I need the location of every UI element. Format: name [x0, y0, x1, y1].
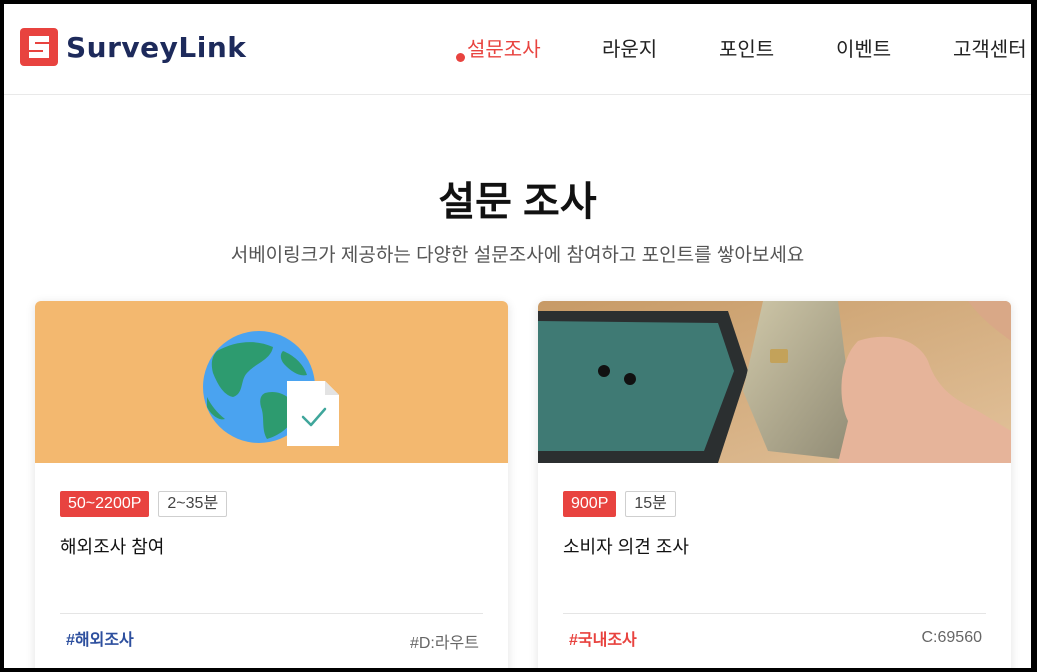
card-tag[interactable]: #국내조사: [569, 626, 637, 650]
survey-card-overseas[interactable]: 50~2200P 2~35분 해외조사 참여 #해외조사 #D:라우트: [35, 301, 508, 668]
card-title[interactable]: 해외조사 참여: [60, 533, 164, 559]
site-header: SurveyLink 설문조사 라운지 포인트 이벤트 고객센터: [4, 4, 1031, 95]
survey-card-consumer[interactable]: 900P 15분 소비자 의견 조사 #국내조사 C:69560: [538, 301, 1011, 668]
card-meta: #D:라우트: [409, 635, 479, 652]
card-meta: C:69560: [921, 629, 983, 646]
nav-item-survey[interactable]: 설문조사: [467, 33, 541, 62]
browser-viewport: SurveyLink 설문조사 라운지 포인트 이벤트 고객센터 설문 조사 서…: [4, 4, 1031, 668]
nav-item-points[interactable]: 포인트: [719, 33, 774, 62]
active-indicator-dot: [456, 53, 465, 62]
page-subtitle: 서베이링크가 제공하는 다양한 설문조사에 참여하고 포인트를 쌓아보세요: [230, 245, 805, 266]
globe-document-illustration: [35, 301, 508, 463]
points-badge: 900P: [563, 491, 617, 517]
card-tag[interactable]: #해외조사: [66, 626, 134, 650]
nav-item-support[interactable]: 고객센터: [953, 33, 1027, 62]
nav-item-events[interactable]: 이벤트: [836, 33, 891, 62]
card-title[interactable]: 소비자 의견 조사: [563, 533, 689, 559]
card-divider: [563, 613, 986, 614]
card-badges: 900P 15분: [563, 491, 676, 517]
card-divider: [60, 613, 483, 614]
duration-badge: 2~35분: [158, 491, 228, 517]
nav-item-lounge[interactable]: 라운지: [602, 33, 657, 62]
duration-badge: 15분: [625, 491, 676, 517]
main-nav: 설문조사 라운지 포인트 이벤트 고객센터: [4, 33, 1031, 63]
card-badges: 50~2200P 2~35분: [60, 491, 228, 517]
points-badge: 50~2200P: [60, 491, 150, 517]
credit-card-photo: [538, 301, 1011, 463]
page-title: 설문 조사: [438, 180, 597, 224]
